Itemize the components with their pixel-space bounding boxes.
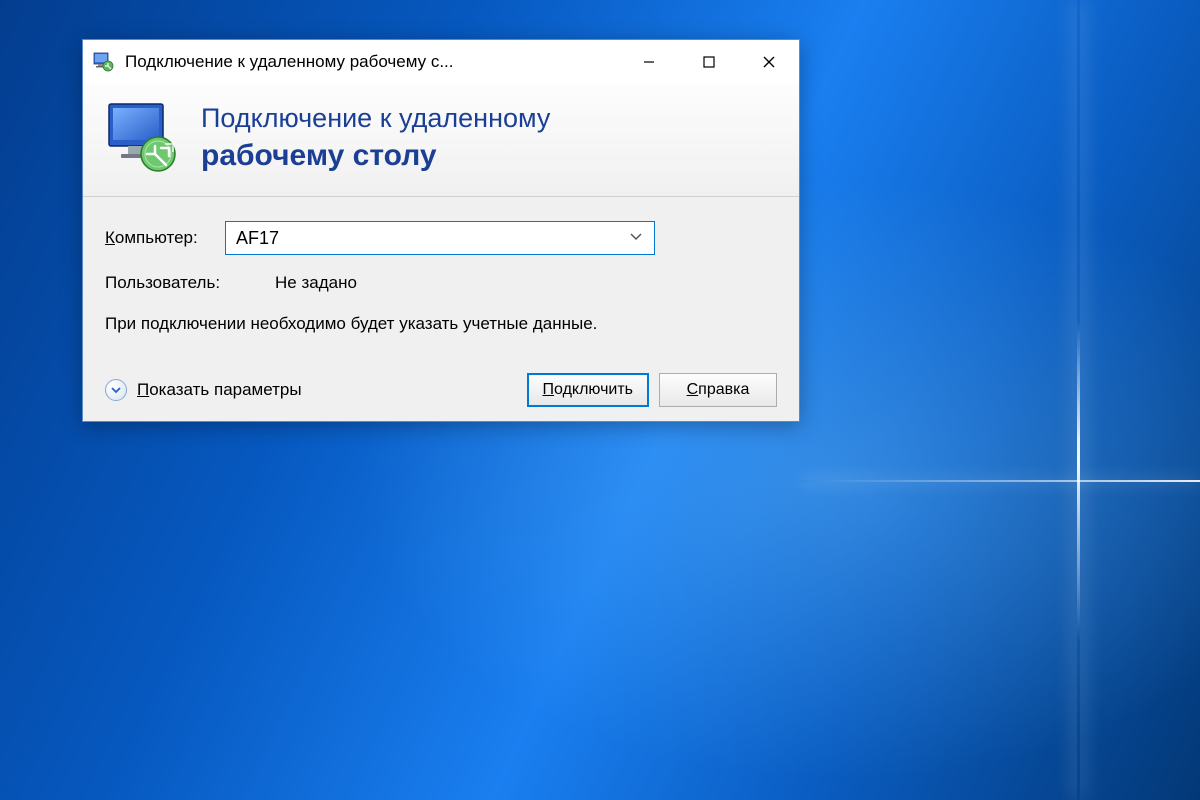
maximize-button[interactable] [679, 40, 739, 84]
header-text: Подключение к удаленному рабочему столу [201, 101, 550, 175]
chevron-down-icon[interactable] [626, 228, 646, 248]
light-effect [1077, 0, 1080, 800]
header-line2: рабочему столу [201, 136, 550, 175]
close-button[interactable] [739, 40, 799, 84]
user-label: Пользователь: [105, 273, 275, 293]
rdp-app-icon [93, 51, 115, 73]
credentials-info: При подключении необходимо будет указать… [105, 311, 777, 337]
rdp-window: Подключение к удаленному рабочему с... [82, 39, 800, 422]
titlebar[interactable]: Подключение к удаленному рабочему с... [83, 40, 799, 84]
show-options-toggle[interactable]: Показать параметры [105, 379, 302, 401]
footer-buttons: Подключить Справка [527, 373, 777, 407]
header-line1: Подключение к удаленному [201, 101, 550, 136]
light-effect [800, 480, 1200, 482]
window-controls [619, 40, 799, 84]
computer-combobox[interactable] [225, 221, 655, 255]
rdp-large-icon [103, 98, 183, 178]
dialog-body: Компьютер: Пользователь: Не задано При п… [83, 197, 799, 421]
computer-label: Компьютер: [105, 228, 225, 248]
computer-input[interactable] [236, 228, 626, 249]
window-title: Подключение к удаленному рабочему с... [125, 52, 619, 72]
computer-row: Компьютер: [105, 221, 777, 255]
minimize-button[interactable] [619, 40, 679, 84]
show-options-label: Показать параметры [137, 380, 302, 400]
expand-down-icon [105, 379, 127, 401]
user-value: Не задано [275, 273, 357, 293]
user-row: Пользователь: Не задано [105, 273, 777, 293]
help-button[interactable]: Справка [659, 373, 777, 407]
connect-button[interactable]: Подключить [527, 373, 649, 407]
header-banner: Подключение к удаленному рабочему столу [83, 84, 799, 197]
footer-row: Показать параметры Подключить Справка [105, 365, 777, 407]
